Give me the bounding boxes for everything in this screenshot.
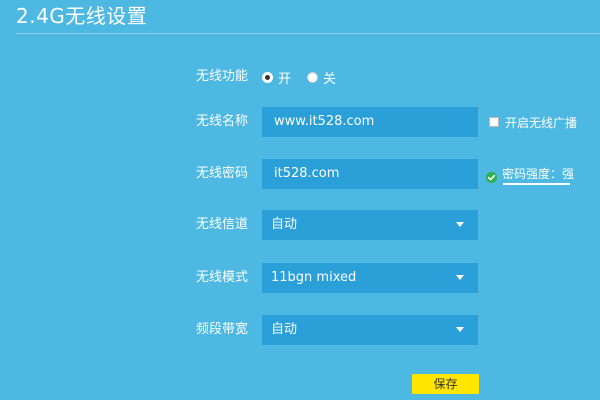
save-button[interactable]: 保存	[412, 374, 479, 394]
strength-underline	[503, 183, 570, 185]
password-strength: 密码强度：强	[486, 164, 575, 183]
broadcast-checkbox[interactable]	[489, 117, 499, 127]
radio-off-icon[interactable]	[307, 71, 319, 83]
wireless-password-input[interactable]: it528.com	[262, 159, 478, 189]
radio-on-label[interactable]: 开	[278, 68, 291, 87]
bandwidth-value: 自动	[271, 322, 298, 337]
wireless-mode-select[interactable]: 11bgn mixed	[262, 263, 478, 293]
radio-off-label[interactable]: 关	[323, 68, 336, 87]
caret-down-icon[interactable]	[456, 327, 464, 332]
wireless-function-label: 无线功能	[196, 69, 249, 84]
check-circle-icon	[486, 171, 497, 183]
radio-on-icon[interactable]	[262, 71, 273, 83]
bandwidth-select[interactable]: 自动	[262, 315, 478, 345]
bandwidth-label: 频段带宽	[196, 322, 249, 337]
wireless-function-radio-group: 开 关	[262, 68, 352, 87]
broadcast-option[interactable]: 开启无线广播	[489, 113, 577, 131]
wireless-mode-label: 无线模式	[196, 270, 249, 285]
wireless-mode-value: 11bgn mixed	[271, 270, 357, 285]
caret-down-icon[interactable]	[456, 222, 464, 227]
page-title: 2.4G无线设置	[16, 4, 148, 28]
wireless-name-label: 无线名称	[196, 114, 249, 129]
broadcast-label[interactable]: 开启无线广播	[505, 114, 577, 131]
wireless-channel-label: 无线信道	[196, 217, 249, 232]
password-strength-text: 密码强度：强	[502, 166, 575, 181]
wireless-password-label: 无线密码	[196, 166, 249, 181]
wireless-channel-value: 自动	[271, 217, 298, 232]
title-divider	[16, 33, 600, 34]
caret-down-icon[interactable]	[456, 275, 464, 280]
wireless-name-input[interactable]: www.it528.com	[262, 107, 478, 137]
wireless-channel-select[interactable]: 自动	[262, 210, 478, 240]
